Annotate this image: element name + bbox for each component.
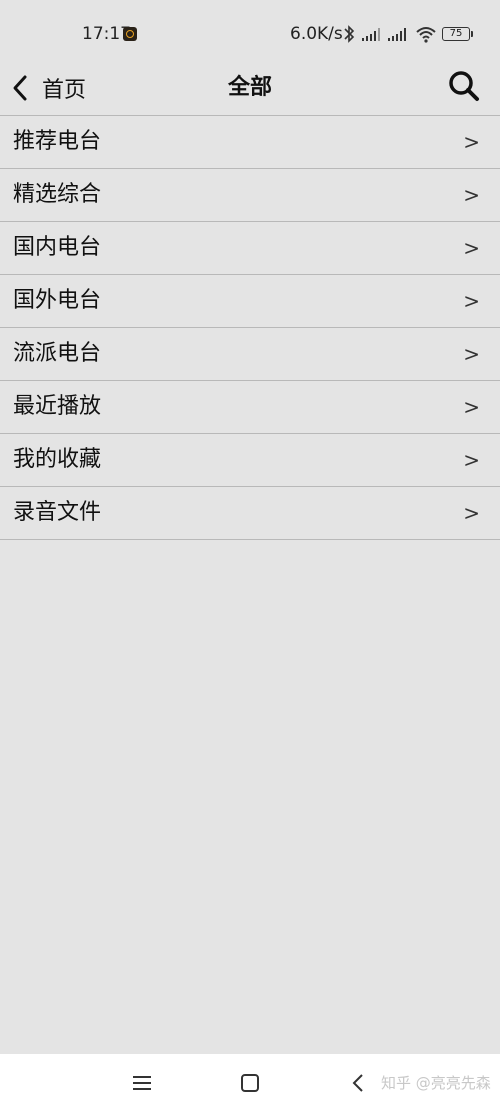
bluetooth-icon (344, 25, 355, 43)
menu-item-genre[interactable]: 流派电台 > (0, 328, 500, 381)
chevron-right-icon: > (463, 501, 480, 525)
search-button[interactable] (446, 66, 482, 106)
chevron-right-icon: > (463, 130, 480, 154)
menu-item-label: 精选综合 (13, 182, 102, 207)
signal-icon (388, 28, 406, 41)
menu-item-domestic[interactable]: 国内电台 > (0, 222, 500, 275)
menu-item-label: 国外电台 (13, 288, 102, 313)
square-icon (241, 1074, 259, 1092)
chevron-right-icon: > (463, 183, 480, 207)
back-label: 首页 (42, 78, 87, 103)
network-speed: 6.0K/s (290, 24, 343, 44)
wifi-icon (416, 27, 436, 43)
chevron-right-icon: > (463, 448, 480, 472)
menu-item-label: 我的收藏 (13, 447, 102, 472)
system-back-button[interactable] (343, 1068, 373, 1098)
home-button[interactable] (235, 1068, 265, 1098)
battery-icon: 75 (442, 27, 473, 41)
chevron-left-icon (352, 1074, 363, 1092)
search-icon (449, 71, 479, 101)
menu-item-label: 最近播放 (13, 394, 102, 419)
chevron-right-icon: > (463, 342, 480, 366)
title-bar: 首页 全部 (0, 60, 500, 116)
menu-item-label: 录音文件 (13, 500, 102, 525)
menu-item-label: 推荐电台 (13, 129, 102, 154)
menu-icon (133, 1076, 151, 1090)
menu-item-label: 国内电台 (13, 235, 102, 260)
menu-item-favorites[interactable]: 我的收藏 > (0, 434, 500, 487)
chevron-left-icon (13, 75, 27, 101)
menu-item-featured[interactable]: 精选综合 > (0, 169, 500, 222)
back-button[interactable]: 首页 (10, 68, 86, 108)
menu-item-recent[interactable]: 最近播放 > (0, 381, 500, 434)
watermark: 知乎 @亮亮先森 (381, 1074, 491, 1092)
chevron-right-icon: > (463, 289, 480, 313)
app-notification-icon (123, 27, 137, 41)
signal-icon (362, 28, 380, 41)
menu-item-label: 流派电台 (13, 341, 102, 366)
chevron-right-icon: > (463, 395, 480, 419)
menu-item-recordings[interactable]: 录音文件 > (0, 487, 500, 540)
recent-apps-button[interactable] (127, 1068, 157, 1098)
menu-item-foreign[interactable]: 国外电台 > (0, 275, 500, 328)
menu-list: 推荐电台 > 精选综合 > 国内电台 > 国外电台 > 流派电台 > 最近播放 … (0, 116, 500, 540)
menu-item-recommended[interactable]: 推荐电台 > (0, 116, 500, 169)
status-bar: 17:17 6.0K/s 75 (0, 0, 500, 60)
chevron-right-icon: > (463, 236, 480, 260)
